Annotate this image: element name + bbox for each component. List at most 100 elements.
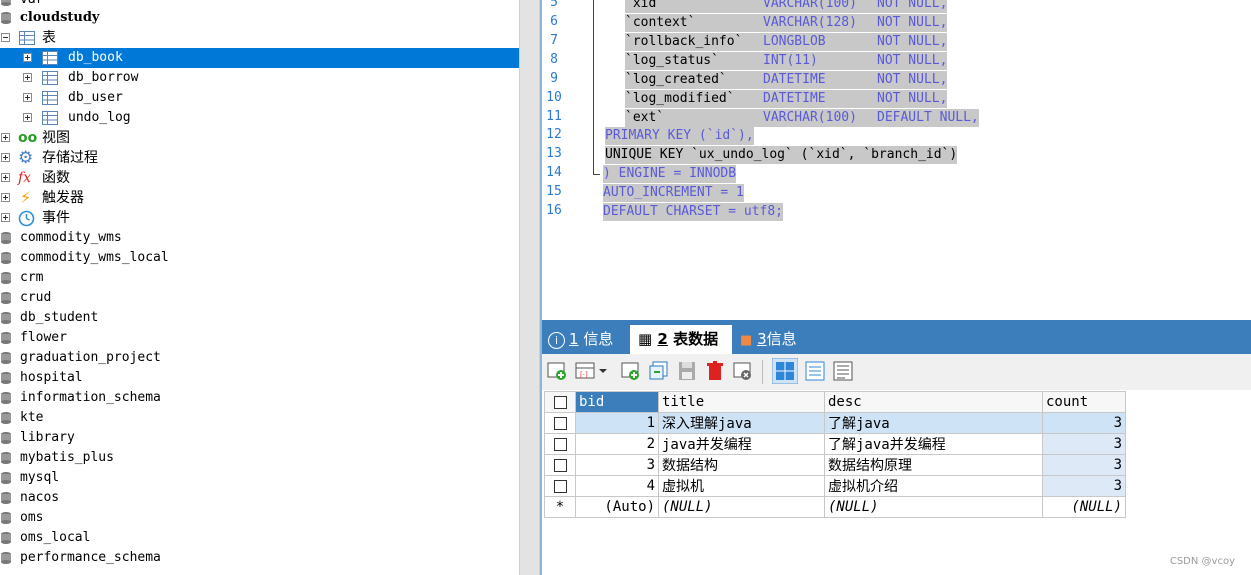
- cell-desc[interactable]: 了解java并发编程: [824, 433, 1043, 455]
- tree-db-item[interactable]: graduation_project: [0, 348, 519, 368]
- cell-bid[interactable]: (Auto): [575, 496, 659, 518]
- cell-title[interactable]: 深入理解java: [658, 412, 825, 434]
- expand-icon[interactable]: [23, 53, 32, 62]
- line-number: 9: [550, 71, 558, 86]
- tab-table-data[interactable]: ▦ 2 表数据: [630, 325, 732, 354]
- checkbox[interactable]: [553, 395, 567, 409]
- tab-messages-1[interactable]: i1 信息: [548, 325, 628, 354]
- save-icon[interactable]: [676, 360, 698, 382]
- cell-desc[interactable]: (NULL): [824, 496, 1043, 518]
- expand-icon[interactable]: [1, 153, 10, 162]
- table-row[interactable]: 2 java并发编程 了解java并发编程 3: [544, 433, 1126, 455]
- expand-icon[interactable]: [1, 213, 10, 222]
- tree-db-item[interactable]: information_schema: [0, 388, 519, 408]
- expand-icon[interactable]: [23, 73, 32, 82]
- tree-db-item[interactable]: performance_schema: [0, 548, 519, 568]
- expand-icon[interactable]: [1, 173, 10, 182]
- tree-db-item[interactable]: crud: [0, 288, 519, 308]
- tree-folder-events[interactable]: 事件: [0, 208, 519, 228]
- expand-icon[interactable]: [1, 133, 10, 142]
- expand-icon[interactable]: [1, 193, 10, 202]
- checkbox[interactable]: [553, 437, 567, 451]
- tree-db-item[interactable]: mybatis_plus: [0, 448, 519, 468]
- delete-icon[interactable]: [704, 360, 726, 382]
- cell-count[interactable]: 3: [1042, 433, 1126, 455]
- checkbox[interactable]: [553, 458, 567, 472]
- cell-bid[interactable]: 1: [575, 412, 659, 434]
- cell-title[interactable]: java并发编程: [658, 433, 825, 455]
- cell-count[interactable]: 3: [1042, 454, 1126, 476]
- tree-db-item[interactable]: nacos: [0, 488, 519, 508]
- sql-editor[interactable]: 5 `xid` VARCHAR(100) NOT NULL, 6 `context` VAR…: [542, 0, 1251, 320]
- cell-desc[interactable]: 数据结构原理: [824, 454, 1043, 476]
- cell-count[interactable]: 3: [1042, 412, 1126, 434]
- column-type: LONGBLOB: [763, 34, 826, 49]
- table-icon: [42, 111, 58, 125]
- checkbox[interactable]: [553, 479, 567, 493]
- code-line: PRIMARY KEY (`id`),: [605, 127, 754, 145]
- table-row[interactable]: 4 虚拟机 虚拟机介绍 3: [544, 475, 1126, 497]
- code-text: ) ENGINE = INNODB: [603, 166, 737, 181]
- cell-bid[interactable]: 4: [575, 475, 659, 497]
- duplicate-record-icon[interactable]: [648, 360, 670, 382]
- add-record-icon[interactable]: [620, 360, 642, 382]
- form-view-icon[interactable]: [804, 360, 826, 382]
- tab-messages-3[interactable]: ■ 3信息: [740, 325, 820, 354]
- cancel-changes-icon[interactable]: [732, 360, 754, 382]
- tree-db-item[interactable]: kte: [0, 408, 519, 428]
- cell-title[interactable]: 数据结构: [658, 454, 825, 476]
- row-checkbox-cell[interactable]: [544, 433, 576, 455]
- expand-icon[interactable]: [23, 113, 32, 122]
- tree-table-db-borrow[interactable]: db_borrow: [0, 68, 519, 88]
- cell-count[interactable]: 3: [1042, 475, 1126, 497]
- column-header-count[interactable]: count: [1042, 391, 1126, 413]
- cell-title[interactable]: (NULL): [658, 496, 825, 518]
- tree-folder-views[interactable]: oo 视图: [0, 128, 519, 148]
- tree-db-item[interactable]: commodity_wms: [0, 228, 519, 248]
- tree-db-cloudstudy[interactable]: cloudstudy: [0, 8, 519, 28]
- cell-title[interactable]: 虚拟机: [658, 475, 825, 497]
- row-checkbox-cell[interactable]: [544, 412, 576, 434]
- tree-db-item[interactable]: db_student: [0, 308, 519, 328]
- grid-view-icon[interactable]: [772, 358, 798, 384]
- code-line: ) ENGINE = INNODB: [603, 165, 737, 183]
- table-row[interactable]: 3 数据结构 数据结构原理 3: [544, 454, 1126, 476]
- tree-db-item[interactable]: library: [0, 428, 519, 448]
- cell-bid[interactable]: 2: [575, 433, 659, 455]
- row-checkbox-cell[interactable]: [544, 454, 576, 476]
- tree-table-db-book[interactable]: db_book: [0, 48, 519, 68]
- new-row[interactable]: * (Auto) (NULL) (NULL) (NULL): [544, 496, 1126, 518]
- tree-db-item[interactable]: hospital: [0, 368, 519, 388]
- select-all-checkbox[interactable]: [544, 391, 576, 413]
- column-header-title[interactable]: title: [658, 391, 825, 413]
- panel-splitter[interactable]: [519, 0, 540, 575]
- table-row[interactable]: 1 深入理解java 了解java 3: [544, 412, 1126, 434]
- column-header-bid[interactable]: bid: [575, 391, 659, 413]
- insert-row-icon[interactable]: [546, 360, 568, 382]
- line-number: 15: [546, 184, 562, 199]
- column-header-desc[interactable]: desc: [824, 391, 1043, 413]
- tree-table-db-user[interactable]: db_user: [0, 88, 519, 108]
- tree-table-undo-log[interactable]: undo_log: [0, 108, 519, 128]
- row-checkbox-cell[interactable]: [544, 475, 576, 497]
- tree-db-item[interactable]: flower: [0, 328, 519, 348]
- tree-folder-label: 存储过程: [42, 150, 98, 166]
- tree-db-item[interactable]: oms_local: [0, 528, 519, 548]
- tree-db-item[interactable]: mysql: [0, 468, 519, 488]
- cell-bid[interactable]: 3: [575, 454, 659, 476]
- expand-icon[interactable]: [23, 93, 32, 102]
- text-view-icon[interactable]: [832, 360, 854, 382]
- tree-folder-tables[interactable]: 表: [0, 28, 519, 48]
- cell-desc[interactable]: 了解java: [824, 412, 1043, 434]
- tree-db-item[interactable]: oms: [0, 508, 519, 528]
- cell-desc[interactable]: 虚拟机介绍: [824, 475, 1043, 497]
- tree-db-item[interactable]: crm: [0, 268, 519, 288]
- collapse-icon[interactable]: [1, 33, 10, 42]
- export-dropdown-icon[interactable]: [·]: [574, 360, 608, 382]
- cell-count[interactable]: (NULL): [1042, 496, 1126, 518]
- tree-folder-procedures[interactable]: ⚙ 存储过程: [0, 148, 519, 168]
- tree-db-item[interactable]: commodity_wms_local: [0, 248, 519, 268]
- checkbox[interactable]: [553, 416, 567, 430]
- tree-folder-functions[interactable]: fx 函数: [0, 168, 519, 188]
- tree-folder-triggers[interactable]: ⚡ 触发器: [0, 188, 519, 208]
